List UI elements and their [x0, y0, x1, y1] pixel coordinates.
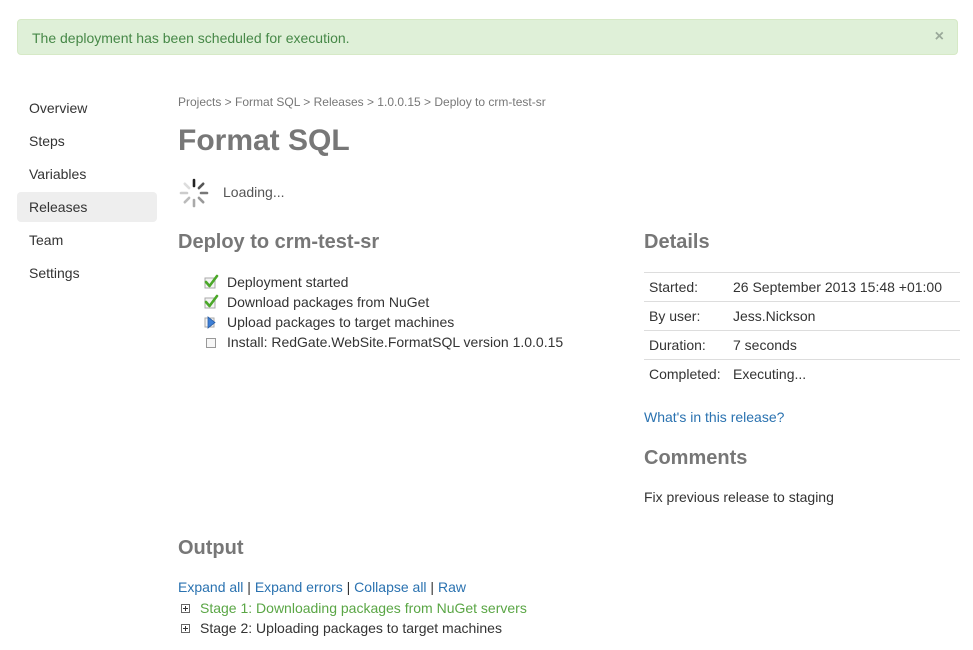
- details-key: By user:: [644, 301, 728, 331]
- stage-item[interactable]: Stage 2: Uploading packages to target ma…: [180, 618, 527, 638]
- details-value: 7 seconds: [728, 330, 960, 360]
- details-value: Executing...: [728, 359, 960, 388]
- table-row: By user: Jess.Nickson: [644, 301, 960, 331]
- loading-text: Loading...: [223, 184, 285, 200]
- expand-all-link[interactable]: Expand all: [178, 579, 243, 595]
- expand-plus-icon[interactable]: [181, 624, 190, 633]
- step-label: Upload packages to target machines: [227, 314, 455, 330]
- table-row: Duration: 7 seconds: [644, 330, 960, 360]
- sidebar-item-settings[interactable]: Settings: [17, 258, 157, 288]
- details-table: Started: 26 September 2013 15:48 +01:00 …: [644, 272, 960, 388]
- table-row: Completed: Executing...: [644, 359, 960, 388]
- check-icon: [204, 294, 219, 309]
- sidebar-item-team[interactable]: Team: [17, 225, 157, 255]
- whats-in-release-link[interactable]: What's in this release?: [644, 409, 784, 425]
- separator: |: [243, 579, 255, 595]
- stage-label: Stage 1: Downloading packages from NuGet…: [200, 600, 527, 616]
- separator: |: [426, 579, 438, 595]
- check-icon: [204, 274, 219, 289]
- arrow-right-icon: [204, 316, 216, 329]
- details-key: Started:: [644, 272, 728, 302]
- page-title: Format SQL: [178, 124, 350, 157]
- stage-label: Stage 2: Uploading packages to target ma…: [200, 620, 502, 636]
- details-key: Completed:: [644, 359, 728, 388]
- details-value: Jess.Nickson: [728, 301, 960, 331]
- comments-heading: Comments: [644, 447, 748, 469]
- deploy-heading: Deploy to crm-test-sr: [178, 231, 380, 253]
- close-icon[interactable]: ×: [935, 20, 944, 54]
- comment-text: Fix previous release to staging: [644, 489, 834, 505]
- step-item: Download packages from NuGet: [203, 292, 563, 312]
- step-item: Upload packages to target machines: [203, 312, 563, 332]
- details-value: 26 September 2013 15:48 +01:00: [728, 272, 960, 302]
- sidebar-nav: Overview Steps Variables Releases Team S…: [17, 93, 157, 291]
- collapse-all-link[interactable]: Collapse all: [354, 579, 426, 595]
- raw-link[interactable]: Raw: [438, 579, 466, 595]
- sidebar-item-releases[interactable]: Releases: [17, 192, 157, 222]
- sidebar-item-overview[interactable]: Overview: [17, 93, 157, 123]
- alert-message: The deployment has been scheduled for ex…: [32, 30, 350, 46]
- step-label: Install: RedGate.WebSite.FormatSQL versi…: [227, 334, 564, 350]
- table-row: Started: 26 September 2013 15:48 +01:00: [644, 272, 960, 302]
- details-heading: Details: [644, 231, 710, 253]
- step-label: Download packages from NuGet: [227, 294, 430, 310]
- checkbox-icon: [206, 338, 216, 348]
- stage-item[interactable]: Stage 1: Downloading packages from NuGet…: [180, 598, 527, 618]
- output-controls: Expand all | Expand errors | Collapse al…: [178, 579, 466, 595]
- expand-plus-icon[interactable]: [181, 604, 190, 613]
- sidebar-item-steps[interactable]: Steps: [17, 126, 157, 156]
- output-heading: Output: [178, 537, 244, 559]
- step-label: Deployment started: [227, 274, 349, 290]
- separator: |: [342, 579, 355, 595]
- deployment-steps: Deployment started Download packages fro…: [203, 272, 563, 352]
- step-item: Install: RedGate.WebSite.FormatSQL versi…: [203, 332, 563, 352]
- breadcrumb[interactable]: Projects > Format SQL > Releases > 1.0.0…: [178, 95, 546, 109]
- success-alert: The deployment has been scheduled for ex…: [17, 19, 958, 55]
- details-key: Duration:: [644, 330, 728, 360]
- spinner-icon: [179, 178, 209, 208]
- sidebar-item-variables[interactable]: Variables: [17, 159, 157, 189]
- expand-errors-link[interactable]: Expand errors: [255, 579, 343, 595]
- step-item: Deployment started: [203, 272, 563, 292]
- output-stages: Stage 1: Downloading packages from NuGet…: [180, 598, 527, 638]
